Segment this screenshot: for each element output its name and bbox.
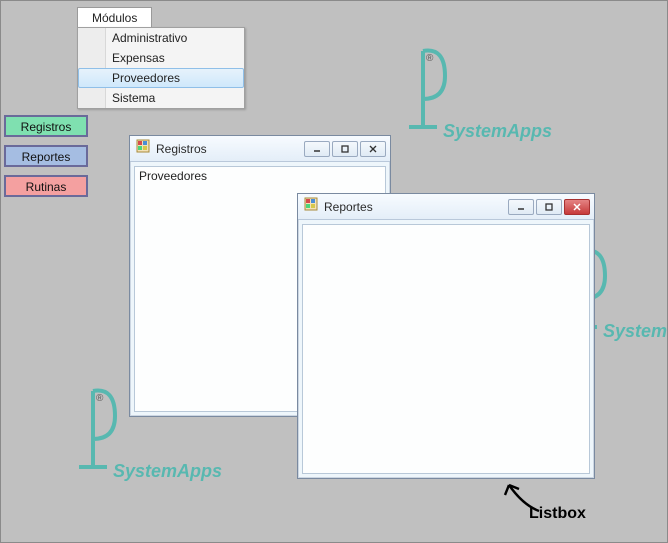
side-buttons: Registros Reportes Rutinas bbox=[4, 115, 88, 205]
svg-text:SystemApps: SystemApps bbox=[443, 121, 552, 141]
mdi-parent-window: ® SystemApps ® System ® SystemApps Módul… bbox=[0, 0, 668, 543]
window-icon bbox=[304, 197, 318, 216]
maximize-button[interactable] bbox=[332, 141, 358, 157]
menu-item-administrativo[interactable]: Administrativo bbox=[78, 28, 244, 48]
title-text: Registros bbox=[156, 142, 304, 156]
close-button[interactable] bbox=[360, 141, 386, 157]
svg-text:SystemApps: SystemApps bbox=[113, 461, 222, 481]
side-button-rutinas[interactable]: Rutinas bbox=[4, 175, 88, 197]
window-buttons bbox=[304, 141, 386, 157]
side-button-registros[interactable]: Registros bbox=[4, 115, 88, 137]
registered-mark: ® bbox=[426, 53, 434, 64]
close-button[interactable] bbox=[564, 199, 590, 215]
svg-text:®: ® bbox=[96, 393, 104, 404]
window-icon bbox=[136, 139, 150, 158]
menu-item-proveedores[interactable]: Proveedores bbox=[78, 68, 244, 88]
title-text: Reportes bbox=[324, 200, 508, 214]
titlebar-reportes[interactable]: Reportes bbox=[298, 194, 594, 220]
minimize-button[interactable] bbox=[304, 141, 330, 157]
menu-modulos[interactable]: Módulos bbox=[77, 7, 152, 28]
annotation-label: Listbox bbox=[529, 505, 586, 523]
window-reportes[interactable]: Reportes bbox=[297, 193, 595, 479]
brand-watermark: ® SystemApps bbox=[401, 41, 601, 151]
minimize-button[interactable] bbox=[508, 199, 534, 215]
menu-item-expensas[interactable]: Expensas bbox=[78, 48, 244, 68]
window-buttons bbox=[508, 199, 590, 215]
list-item[interactable]: Proveedores bbox=[135, 167, 385, 185]
maximize-button[interactable] bbox=[536, 199, 562, 215]
menubar: Módulos bbox=[77, 7, 152, 29]
svg-text:System: System bbox=[603, 321, 667, 341]
listbox-reportes[interactable] bbox=[302, 224, 590, 474]
menu-modulos-dropdown: Administrativo Expensas Proveedores Sist… bbox=[77, 27, 245, 109]
titlebar-registros[interactable]: Registros bbox=[130, 136, 390, 162]
side-button-reportes[interactable]: Reportes bbox=[4, 145, 88, 167]
menu-item-sistema[interactable]: Sistema bbox=[78, 88, 244, 108]
